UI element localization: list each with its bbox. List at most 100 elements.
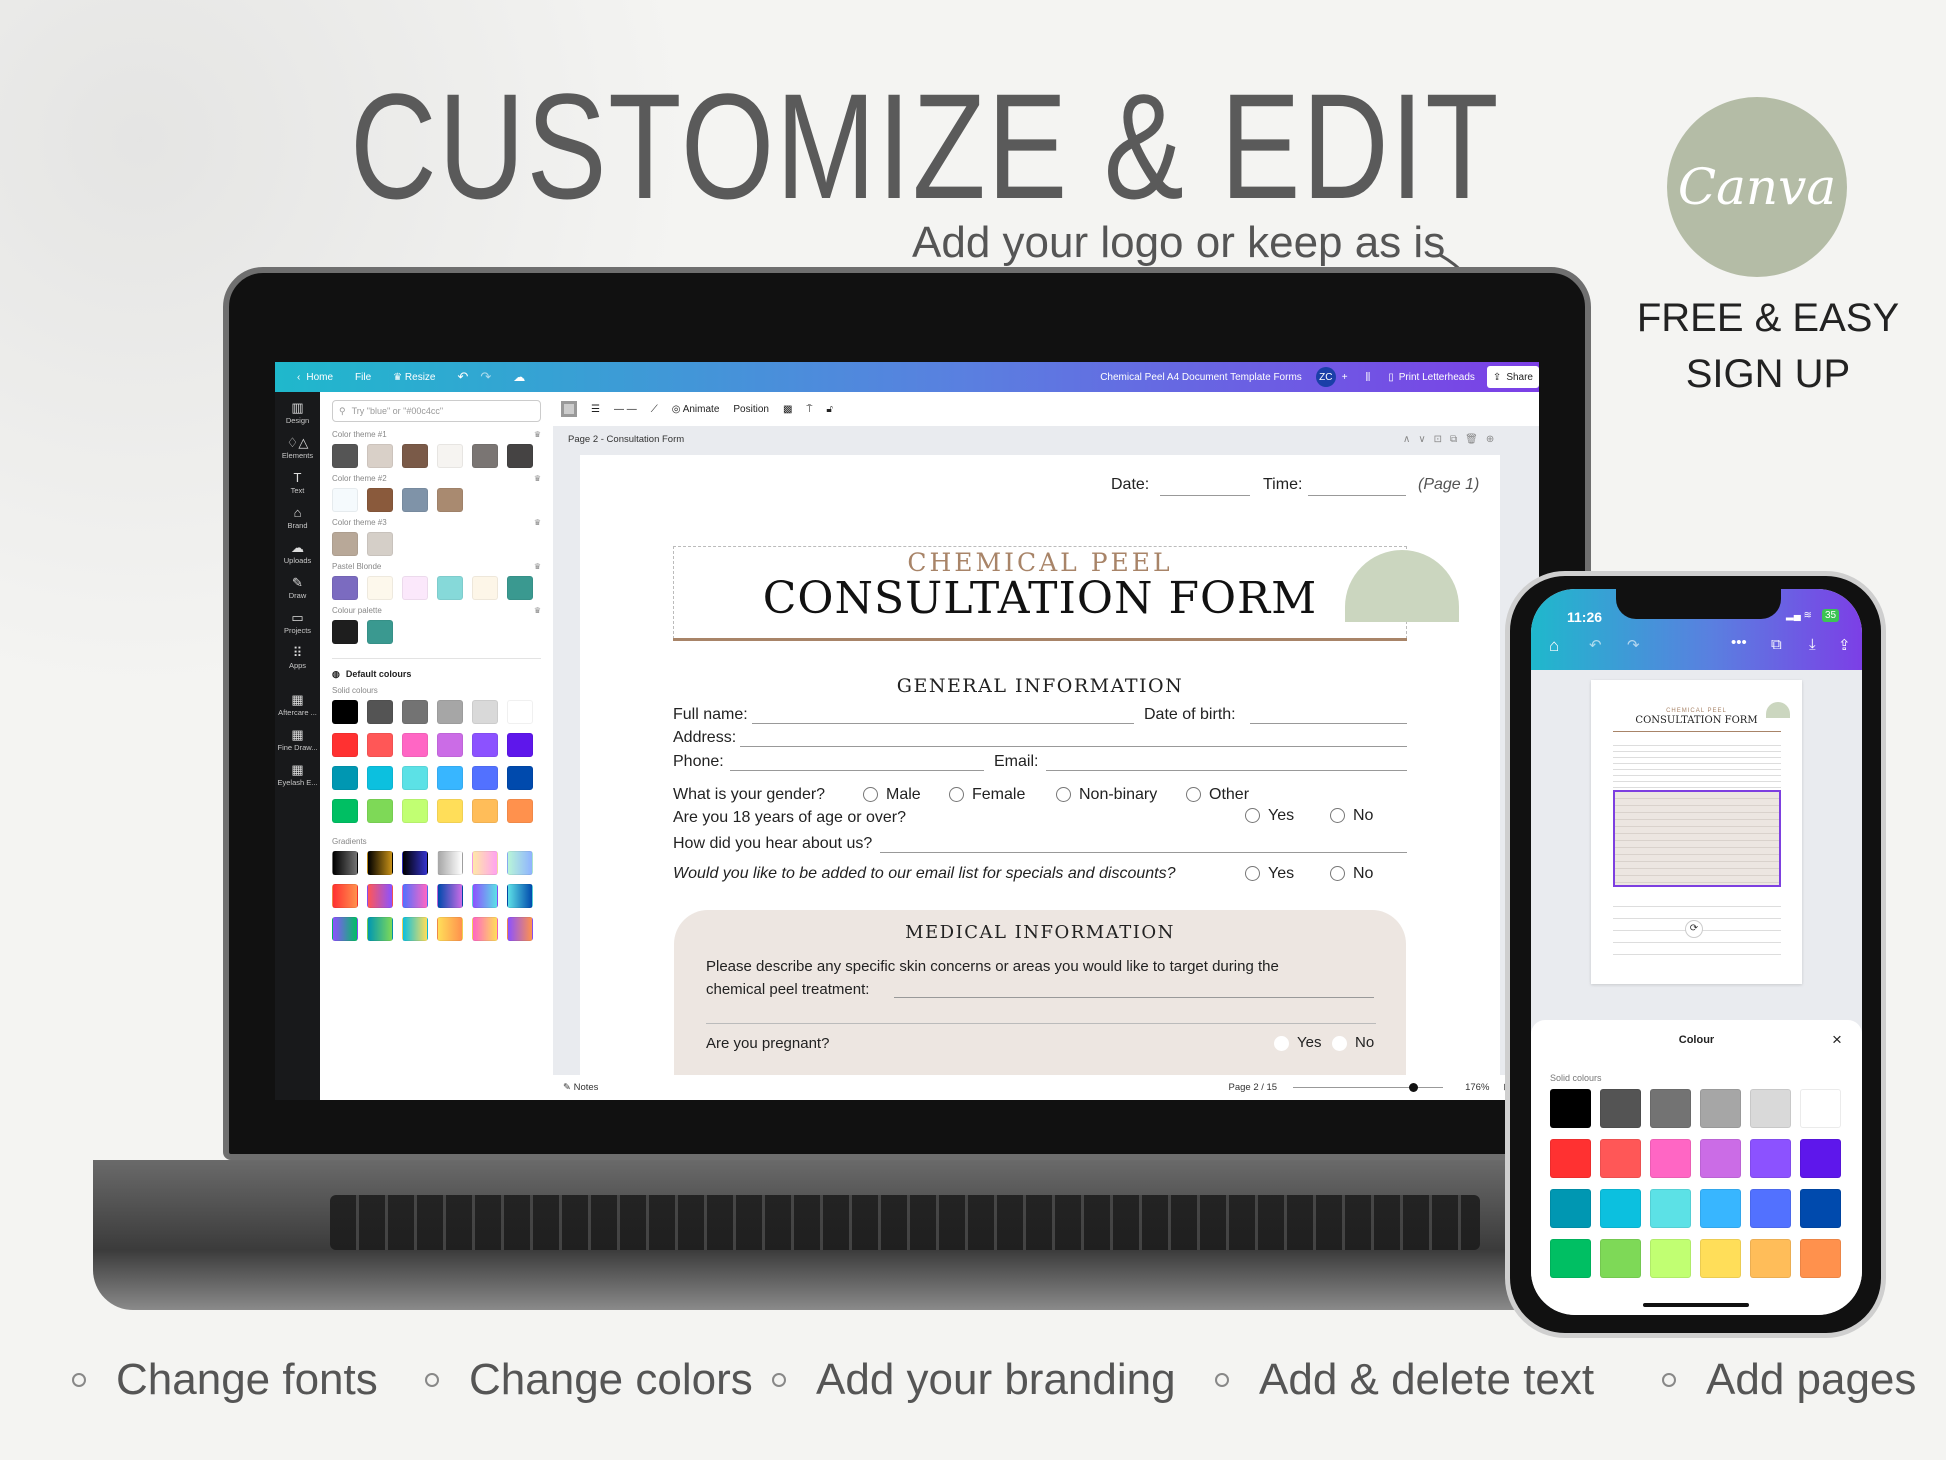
rail-item[interactable]: T Text	[275, 470, 320, 495]
download-icon[interactable]: ⤓	[1809, 636, 1816, 653]
close-icon[interactable]: ×	[1832, 1030, 1842, 1050]
chevron-left-icon[interactable]: ‹	[297, 372, 300, 383]
print-button[interactable]: ▯ Print Letterheads	[1388, 372, 1475, 383]
page-indicator[interactable]: Page 2 / 15	[1229, 1082, 1278, 1093]
color-swatch[interactable]	[437, 733, 463, 757]
color-swatch[interactable]	[332, 532, 358, 556]
color-swatch[interactable]	[507, 799, 533, 823]
document-page[interactable]: Date: Time: (Page 1) CHEMICAL PEEL CONSU…	[580, 455, 1500, 1075]
rail-item[interactable]: ⌂ Brand	[275, 505, 320, 530]
pregnant-no-radio[interactable]: No	[1332, 1034, 1374, 1051]
color-swatch[interactable]	[332, 733, 358, 757]
position-button[interactable]: Position	[733, 404, 769, 415]
gender-male-radio[interactable]: Male	[863, 786, 921, 804]
phone-color-swatch[interactable]	[1700, 1139, 1741, 1178]
rail-item[interactable]: ✎ Draw	[275, 575, 320, 600]
color-swatch[interactable]	[402, 799, 428, 823]
age-yes-radio[interactable]: Yes	[1245, 807, 1294, 825]
color-swatch[interactable]	[332, 576, 358, 600]
cloud-save-icon[interactable]: ☁	[513, 370, 525, 384]
color-swatch[interactable]	[332, 799, 358, 823]
home-button[interactable]: Home	[306, 372, 333, 383]
age-no-radio[interactable]: No	[1330, 807, 1373, 825]
rail-item[interactable]: ▦ Aftercare ...	[275, 692, 320, 717]
gradient-swatch[interactable]	[472, 851, 498, 875]
avatar[interactable]: ZC	[1315, 367, 1336, 387]
phone-color-swatch[interactable]	[1650, 1189, 1691, 1228]
add-collaborator-icon[interactable]: +	[1342, 372, 1348, 383]
color-swatch[interactable]	[402, 444, 428, 468]
color-swatch[interactable]	[402, 576, 428, 600]
gradient-swatch[interactable]	[402, 884, 428, 908]
color-swatch[interactable]	[367, 799, 393, 823]
fill-color-button[interactable]	[561, 401, 577, 417]
gradient-swatch[interactable]	[332, 917, 358, 941]
color-swatch[interactable]	[367, 733, 393, 757]
phone-color-swatch[interactable]	[1700, 1239, 1741, 1278]
gradient-swatch[interactable]	[507, 884, 533, 908]
phone-color-swatch[interactable]	[1650, 1239, 1691, 1278]
phone-color-swatch[interactable]	[1550, 1139, 1591, 1178]
gradient-swatch[interactable]	[402, 917, 428, 941]
phone-color-swatch[interactable]	[1800, 1239, 1841, 1278]
phone-color-swatch[interactable]	[1550, 1239, 1591, 1278]
gradient-swatch[interactable]	[437, 917, 463, 941]
animate-button[interactable]: ◎ Animate	[672, 404, 720, 415]
paint-roller-icon[interactable]: ⍑	[806, 404, 812, 415]
color-swatch[interactable]	[367, 532, 393, 556]
gradient-swatch[interactable]	[437, 851, 463, 875]
gradient-swatch[interactable]	[367, 917, 393, 941]
color-swatch[interactable]	[367, 488, 393, 512]
home-icon[interactable]: ⌂	[1549, 636, 1559, 656]
gradient-swatch[interactable]	[507, 851, 533, 875]
gender-other-radio[interactable]: Other	[1186, 786, 1249, 804]
gender-nonbinary-radio[interactable]: Non-binary	[1056, 786, 1157, 804]
rail-item[interactable]: ▭ Projects	[275, 610, 320, 635]
rotate-handle-icon[interactable]: ⟳	[1685, 920, 1703, 938]
undo-icon[interactable]: ↶	[1589, 636, 1602, 654]
color-swatch[interactable]	[402, 766, 428, 790]
phone-color-swatch[interactable]	[1700, 1189, 1741, 1228]
line-icon[interactable]: ⟋	[651, 404, 658, 415]
rail-item[interactable]: ♢△ Elements	[275, 435, 320, 460]
gradient-swatch[interactable]	[367, 851, 393, 875]
page-header[interactable]: Page 2 - Consultation Form	[568, 434, 684, 445]
rail-item[interactable]: ▥ Design	[275, 400, 320, 425]
redo-icon[interactable]: ↷	[1627, 636, 1640, 654]
color-swatch[interactable]	[402, 733, 428, 757]
phone-color-swatch[interactable]	[1650, 1089, 1691, 1128]
medical-info-panel[interactable]: MEDICAL INFORMATION Please describe any …	[674, 910, 1406, 1075]
color-swatch[interactable]	[332, 620, 358, 644]
color-swatch[interactable]	[367, 576, 393, 600]
phone-color-swatch[interactable]	[1750, 1189, 1791, 1228]
zoom-slider[interactable]	[1293, 1083, 1444, 1092]
color-swatch[interactable]	[472, 576, 498, 600]
phone-color-swatch[interactable]	[1600, 1139, 1641, 1178]
phone-color-swatch[interactable]	[1750, 1139, 1791, 1178]
transparency-icon[interactable]: ▩	[783, 404, 792, 415]
rail-item[interactable]: ▦ Fine Draw...	[275, 727, 320, 752]
color-swatch[interactable]	[367, 620, 393, 644]
color-swatch[interactable]	[437, 700, 463, 724]
color-swatch[interactable]	[472, 799, 498, 823]
document-title[interactable]: Chemical Peel A4 Document Template Forms	[1100, 372, 1302, 383]
gradient-swatch[interactable]	[472, 917, 498, 941]
undo-icon[interactable]: ↶	[457, 369, 468, 385]
dashed-line-icon[interactable]: — —	[614, 404, 637, 415]
color-search-input[interactable]: ⚲ Try "blue" or "#00c4cc"	[332, 400, 541, 422]
phone-color-swatch[interactable]	[1550, 1189, 1591, 1228]
color-swatch[interactable]	[332, 444, 358, 468]
notes-button[interactable]: ✎ Notes	[563, 1082, 598, 1093]
rail-item[interactable]: ☁ Uploads	[275, 540, 320, 565]
phone-color-swatch[interactable]	[1600, 1239, 1641, 1278]
page-controls[interactable]: ∧∨⊡⧉🗑︎⊕	[1403, 434, 1502, 445]
color-swatch[interactable]	[437, 766, 463, 790]
color-swatch[interactable]	[472, 733, 498, 757]
color-swatch[interactable]	[402, 700, 428, 724]
gradient-swatch[interactable]	[367, 884, 393, 908]
color-swatch[interactable]	[367, 766, 393, 790]
phone-document-thumbnail[interactable]: CHEMICAL PEEL CONSULTATION FORM ⟳	[1591, 680, 1802, 984]
phone-color-swatch[interactable]	[1800, 1139, 1841, 1178]
border-style-icon[interactable]: ☰	[591, 404, 600, 415]
color-swatch[interactable]	[507, 766, 533, 790]
